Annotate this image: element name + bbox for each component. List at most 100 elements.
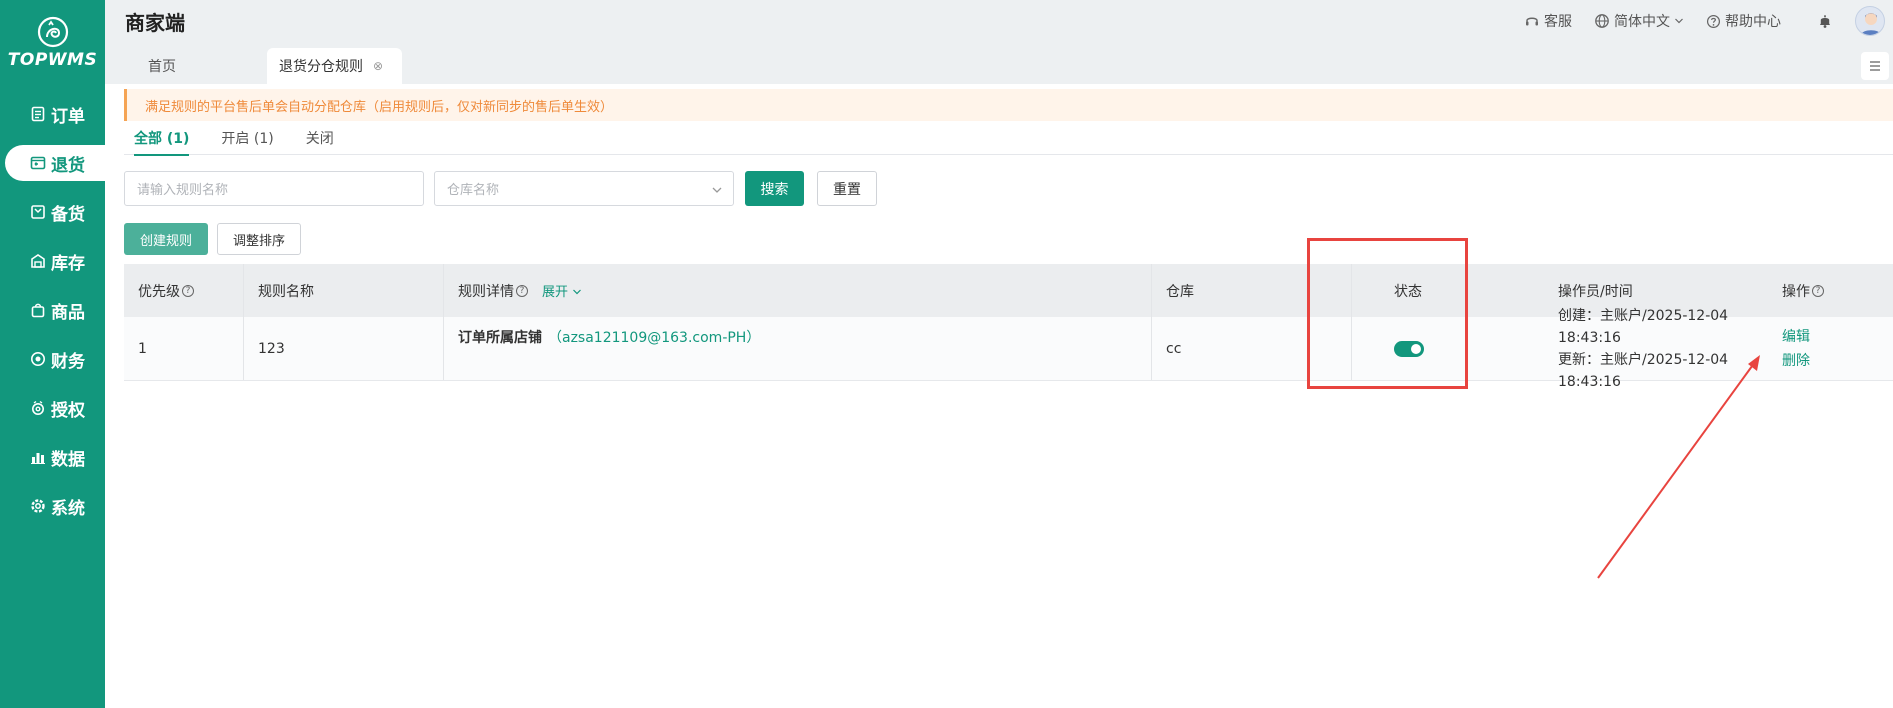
- bell-icon: [1820, 15, 1830, 28]
- header-label: 优先级: [138, 283, 180, 300]
- data-icon: [29, 448, 47, 466]
- header-warehouse: 仓库: [1152, 264, 1352, 317]
- table-row: 1 123 订单所属店铺 （azsa121109@163.com-PH） cc …: [124, 308, 1893, 390]
- close-icon[interactable]: ⊗: [373, 59, 383, 73]
- product-icon: [29, 301, 47, 319]
- sidebar-item-label: 备货: [51, 204, 85, 225]
- sidebar-item-label: 库存: [51, 253, 85, 274]
- status-toggle[interactable]: [1394, 340, 1424, 357]
- detail-label: 订单所属店铺: [458, 330, 542, 346]
- sidebar: TOPWMS 订单 退货 备货 库存 商品 财务 授权 数据 系统: [0, 0, 105, 708]
- filter-tab-enabled[interactable]: 开启 (1): [221, 122, 273, 155]
- warehouse-select[interactable]: 仓库名称: [434, 171, 734, 206]
- header-actions: 客服 简体中文 帮助中心: [1524, 6, 1893, 36]
- sidebar-item-auth[interactable]: 授权: [5, 390, 105, 426]
- sidebar-item-label: 数据: [51, 449, 85, 470]
- search-button[interactable]: 搜索: [745, 171, 804, 206]
- cell-operator-time: 创建：主账户/2025-12-04 18:43:16 更新：主账户/2025-1…: [1558, 308, 1768, 390]
- detail-value: （azsa121109@163.com-PH）: [548, 330, 761, 346]
- sidebar-item-label: 商品: [51, 302, 85, 323]
- chevron-down-icon: [712, 187, 722, 193]
- logo-mark-icon: [37, 16, 68, 48]
- tab-bar: 首页 退货分仓规则 ⊗: [105, 42, 1893, 84]
- updated-info: 更新：主账户/2025-12-04 18:43:16: [1558, 351, 1729, 390]
- sidebar-item-label: 授权: [51, 400, 85, 421]
- cell-priority: 1: [124, 317, 244, 380]
- rule-name-placeholder: 请输入规则名称: [137, 183, 229, 198]
- sidebar-item-label: 退货: [51, 155, 85, 176]
- reset-button[interactable]: 重置: [817, 171, 877, 206]
- header-operation: 操作?: [1768, 264, 1893, 317]
- help-center-button[interactable]: 帮助中心: [1706, 11, 1781, 31]
- customer-service-button[interactable]: 客服: [1524, 11, 1572, 31]
- logo[interactable]: TOPWMS: [0, 0, 105, 80]
- sidebar-item-data[interactable]: 数据: [5, 439, 105, 475]
- help-icon: [1706, 14, 1721, 28]
- avatar[interactable]: [1855, 6, 1885, 36]
- delete-button[interactable]: 删除: [1782, 349, 1810, 373]
- customer-service-label: 客服: [1544, 14, 1572, 30]
- header-rule-detail: 规则详情? 展开: [444, 264, 1152, 317]
- sidebar-item-label: 系统: [51, 498, 85, 519]
- rule-notice: 满足规则的平台售后单会自动分配仓库（启用规则后，仅对新同步的售后单生效）: [124, 89, 1893, 121]
- reorder-button[interactable]: 调整排序: [217, 223, 301, 255]
- cell-status: [1352, 317, 1558, 380]
- rules-table: 优先级? 规则名称 规则详情? 展开 仓库 状态 操作员/时间 操作? 1 12…: [124, 264, 1893, 390]
- help-icon[interactable]: ?: [516, 284, 528, 297]
- sidebar-item-return[interactable]: 退货: [5, 145, 105, 181]
- sidebar-item-product[interactable]: 商品: [5, 292, 105, 328]
- tab-label: 首页: [148, 59, 176, 75]
- language-selector[interactable]: 简体中文: [1594, 11, 1684, 31]
- help-icon[interactable]: ?: [182, 284, 194, 297]
- cell-rule-detail: 订单所属店铺 （azsa121109@163.com-PH）: [444, 317, 1152, 380]
- header-label: 仓库: [1166, 283, 1194, 300]
- sidebar-item-stock-up[interactable]: 备货: [5, 194, 105, 230]
- sidebar-item-order[interactable]: 订单: [5, 96, 105, 132]
- sidebar-nav: 订单 退货 备货 库存 商品 财务 授权 数据 系统: [0, 96, 105, 524]
- chevron-down-icon: [573, 289, 582, 295]
- page-title: 商家端: [125, 10, 185, 35]
- tab-return-warehouse-rules[interactable]: 退货分仓规则 ⊗: [267, 48, 402, 84]
- user-avatar-icon: [1860, 13, 1882, 35]
- sidebar-item-label: 订单: [51, 106, 85, 127]
- cell-rule-name: 123: [244, 317, 444, 380]
- header-status: 状态: [1352, 264, 1558, 317]
- tab-label: 退货分仓规则: [279, 59, 363, 75]
- expand-label: 展开: [542, 285, 569, 300]
- globe-icon: [1595, 14, 1609, 28]
- sidebar-item-inventory[interactable]: 库存: [5, 243, 105, 279]
- tab-home[interactable]: 首页: [125, 48, 250, 84]
- header-rule-name: 规则名称: [244, 264, 444, 317]
- cell-operation: 编辑 删除: [1768, 317, 1893, 380]
- status-filter-tabs: 全部 (1) 开启 (1) 关闭: [124, 122, 1893, 156]
- header-label: 规则详情: [458, 283, 514, 300]
- return-icon: [29, 154, 47, 172]
- edit-button[interactable]: 编辑: [1782, 325, 1810, 349]
- rule-name-search-input[interactable]: 请输入规则名称: [124, 171, 424, 206]
- create-rule-button[interactable]: 创建规则: [124, 223, 208, 255]
- filter-tab-disabled[interactable]: 关闭: [306, 122, 334, 155]
- header-label: 规则名称: [258, 283, 314, 300]
- header-priority: 优先级?: [124, 264, 244, 317]
- headset-icon: [1526, 17, 1538, 26]
- notification-button[interactable]: [1817, 13, 1833, 29]
- sidebar-item-system[interactable]: 系统: [5, 488, 105, 524]
- expand-toggle[interactable]: 展开: [542, 281, 582, 300]
- inventory-icon: [29, 252, 47, 270]
- help-icon[interactable]: ?: [1812, 284, 1824, 297]
- stock-up-icon: [29, 203, 47, 221]
- chevron-down-icon: [1675, 18, 1683, 24]
- help-center-label: 帮助中心: [1725, 14, 1781, 30]
- system-icon: [29, 497, 47, 515]
- created-info: 创建：主账户/2025-12-04 18:43:16: [1558, 307, 1729, 346]
- cell-warehouse: cc: [1152, 317, 1352, 380]
- menu-icon: [1870, 61, 1880, 71]
- header-label: 状态: [1394, 283, 1422, 300]
- auth-icon: [29, 399, 47, 417]
- logo-text: TOPWMS: [7, 50, 98, 70]
- filter-tab-all[interactable]: 全部 (1): [134, 122, 190, 156]
- tab-menu-button[interactable]: [1861, 52, 1889, 80]
- sidebar-item-label: 财务: [51, 351, 85, 372]
- language-label: 简体中文: [1614, 14, 1670, 30]
- sidebar-item-finance[interactable]: 财务: [5, 341, 105, 377]
